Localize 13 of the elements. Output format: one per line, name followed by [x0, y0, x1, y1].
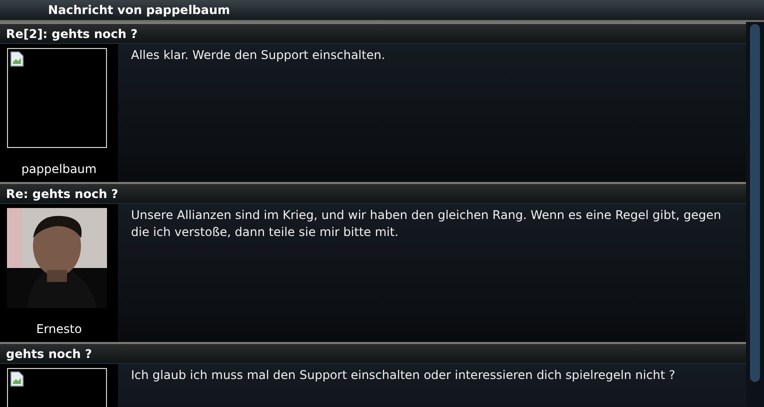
message-subject: gehts noch ? — [6, 346, 92, 362]
message-subject: Re[2]: gehts noch ? — [6, 26, 138, 42]
author-name[interactable]: Ernesto — [36, 320, 82, 338]
message-text: Alles klar. Werde den Support einschalten. — [130, 47, 386, 64]
author-name[interactable]: pappelbaum — [21, 160, 97, 178]
scrollbar[interactable] — [746, 22, 764, 407]
message-text: Unsere Allianzen sind im Krieg, und wir haben den gleichen Rang. Wenn es eine Regel gibt, gegen die ich verstoße, dann teile sie mir bitte mit. — [130, 207, 722, 241]
message-text: Ich glaub ich muss mal den Support einschalten oder interessieren dich spielregeln nicht ? — [130, 367, 676, 384]
scrollbar-thumb[interactable] — [750, 24, 760, 382]
message-subject: Re: gehts noch ? — [6, 186, 118, 202]
broken-image-icon — [10, 371, 24, 387]
window-title: Nachricht von pappelbaum — [48, 2, 230, 19]
broken-image-icon — [10, 51, 24, 67]
